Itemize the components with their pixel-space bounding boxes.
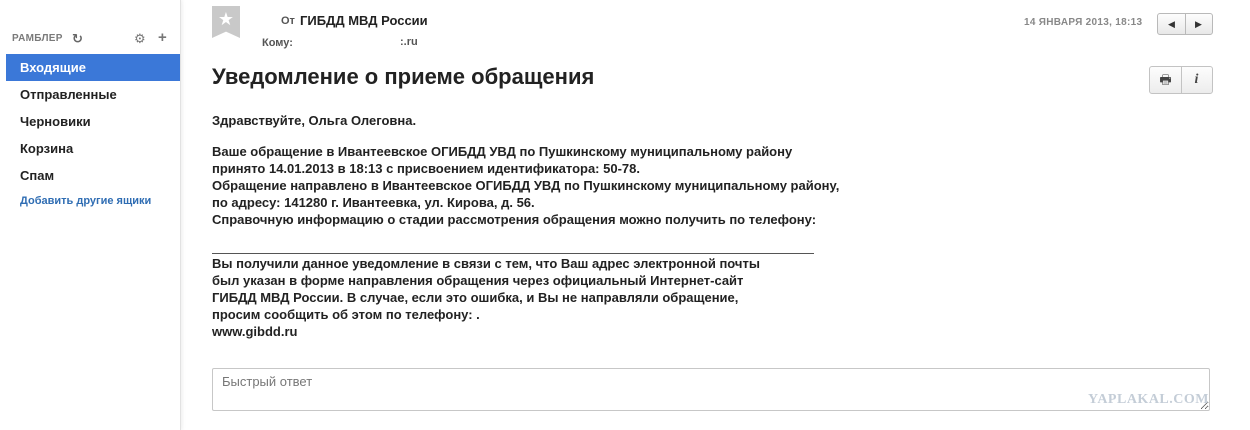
recipient-address: :.ru: [400, 36, 418, 48]
watermark: YAPLAKAL.COM: [1088, 392, 1209, 407]
gear-icon[interactable]: ⚙: [134, 31, 146, 47]
message-paragraph-1: Ваше обращение в Ивантеевское ОГИБДД УВД…: [212, 143, 839, 228]
print-button[interactable]: 🖶: [1150, 67, 1182, 93]
quick-reply-input[interactable]: [212, 368, 1210, 411]
folder-spam[interactable]: Спам: [6, 162, 180, 189]
next-message-button[interactable]: ▶: [1185, 14, 1212, 34]
info-icon: i: [1194, 72, 1199, 87]
body-line: принято 14.01.2013 в 18:13 с присвоением…: [212, 161, 640, 176]
chevron-right-icon: ▶: [1195, 19, 1202, 29]
message-paragraph-2: Вы получили данное уведомление в связи с…: [212, 255, 760, 340]
info-button[interactable]: i: [1181, 67, 1212, 93]
folder-inbox[interactable]: Входящие: [6, 54, 180, 81]
body-line: Вы получили данное уведомление в связи с…: [212, 256, 760, 271]
sidebar: РАМБЛЕР ↻ ⚙ + Входящие Отправленные Черн…: [0, 0, 181, 430]
body-line: Обращение направлено в Ивантеевское ОГИБ…: [212, 178, 840, 193]
message-tools: 🖶 i: [1149, 66, 1213, 94]
folder-drafts[interactable]: Черновики: [6, 108, 180, 135]
sender-name[interactable]: ГИБДД МВД России: [300, 13, 428, 28]
body-line: был указан в форме направления обращения…: [212, 273, 744, 288]
refresh-icon[interactable]: ↻: [72, 31, 83, 47]
greeting: Здравствуйте, Ольга Олеговна.: [212, 113, 417, 128]
star-icon: ★: [217, 9, 235, 29]
message-date: 14 ЯНВАРЯ 2013, 18:13: [1024, 17, 1143, 28]
body-line: Ваше обращение в Ивантеевское ОГИБДД УВД…: [212, 144, 793, 159]
body-line: по адресу: 141280 г. Ивантеевка, ул. Кир…: [212, 195, 535, 210]
folder-trash[interactable]: Корзина: [6, 135, 180, 162]
website-link[interactable]: www.gibdd.ru: [212, 323, 760, 340]
printer-icon: 🖶: [1159, 72, 1172, 87]
body-line: ГИБДД МВД России. В случае, если это оши…: [212, 290, 739, 305]
message-nav: ◀ ▶: [1157, 13, 1213, 35]
to-label: Кому:: [262, 37, 293, 49]
body-line: просим сообщить об этом по телефону: .: [212, 307, 480, 322]
brand-label: РАМБЛЕР: [12, 33, 63, 44]
bookmark-button[interactable]: ★: [212, 6, 240, 38]
folder-sent[interactable]: Отправленные: [6, 81, 180, 108]
from-label: От: [281, 15, 295, 27]
plus-icon[interactable]: +: [158, 29, 167, 46]
chevron-left-icon: ◀: [1168, 19, 1175, 29]
prev-message-button[interactable]: ◀: [1158, 14, 1186, 34]
body-line: Справочную информацию о стадии рассмотре…: [212, 212, 817, 227]
divider: [212, 253, 814, 254]
add-mailboxes-link[interactable]: Добавить другие ящики: [20, 195, 151, 207]
sidebar-header: РАМБЛЕР ↻ ⚙ +: [12, 29, 172, 47]
folder-list: Входящие Отправленные Черновики Корзина …: [6, 54, 180, 189]
message-subject: Уведомление о приеме обращения: [212, 64, 595, 89]
